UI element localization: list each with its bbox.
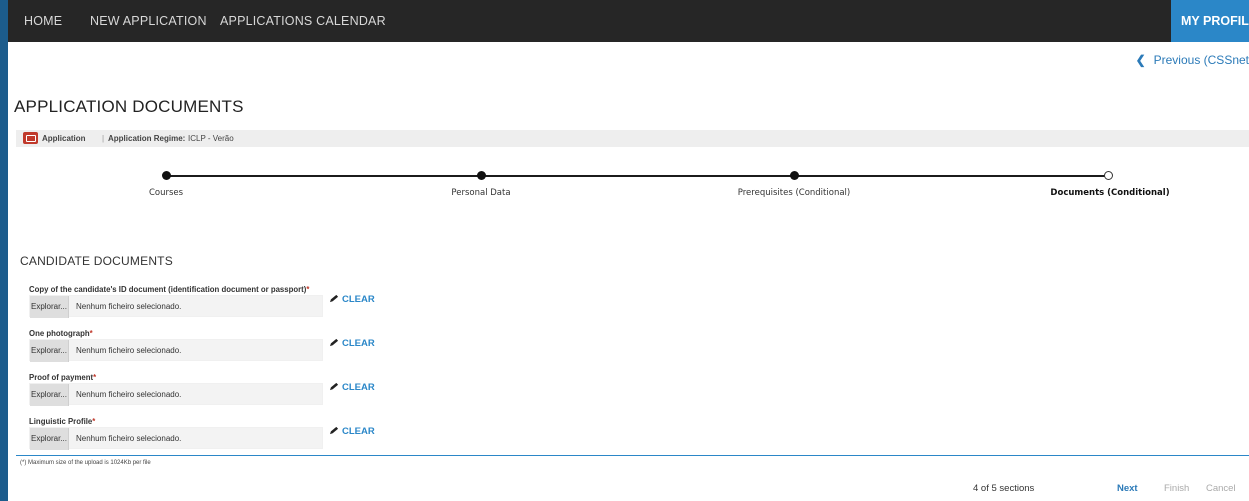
previous-link-label: Previous (CSSnet (1153, 53, 1249, 67)
step-marker-prerequisites (790, 171, 799, 180)
required-mark: * (93, 373, 97, 382)
section-title: CANDIDATE DOCUMENTS (20, 254, 173, 268)
sections-count: 4 of 5 sections (973, 483, 1035, 494)
required-mark: * (89, 329, 93, 338)
document-field-photograph: One photograph* Explorar... Nenhum fiche… (29, 328, 375, 362)
top-navigation-bar: HOME NEW APPLICATION APPLICATIONS CALEND… (8, 0, 1249, 42)
divider (16, 455, 1249, 456)
progress-steps: Courses Personal Data Prerequisites (Con… (0, 165, 1249, 205)
browse-button[interactable]: Explorar... (30, 384, 69, 406)
upload-size-footnote: (*) Maximum size of the upload is 1024Kb… (20, 460, 151, 466)
file-name-text: Nenhum ficheiro selecionado. (76, 390, 182, 399)
file-input[interactable]: Explorar... Nenhum ficheiro selecionado. (29, 339, 323, 362)
file-name-text: Nenhum ficheiro selecionado. (76, 434, 182, 443)
document-field-payment: Proof of payment* Explorar... Nenhum fic… (29, 372, 375, 406)
step-marker-documents (1104, 171, 1113, 180)
clear-button[interactable]: CLEAR (329, 426, 375, 437)
document-field-linguistic-profile: Linguistic Profile* Explorar... Nenhum f… (29, 416, 375, 450)
my-profile-button[interactable]: MY PROFILE (1171, 0, 1249, 42)
step-personal-data[interactable]: Personal Data (451, 188, 510, 198)
step-connector (481, 175, 794, 177)
pencil-icon (330, 294, 339, 303)
application-label: Application (42, 134, 86, 143)
pencil-icon (330, 426, 339, 435)
chevron-left-icon: ❮ (1135, 53, 1146, 67)
document-label: Linguistic Profile* (29, 417, 96, 426)
document-field-id: Copy of the candidate's ID document (ide… (29, 284, 375, 318)
file-name-text: Nenhum ficheiro selecionado. (76, 302, 182, 311)
page-title: APPLICATION DOCUMENTS (14, 97, 244, 116)
file-name-text: Nenhum ficheiro selecionado. (76, 346, 182, 355)
separator: | (102, 134, 105, 143)
previous-link[interactable]: ❮ Previous (CSSnet (1136, 53, 1249, 67)
pencil-icon (330, 382, 339, 391)
nav-home[interactable]: HOME (24, 0, 62, 42)
finish-button[interactable]: Finish (1164, 483, 1189, 494)
browse-button[interactable]: Explorar... (30, 296, 69, 318)
pencil-icon (330, 338, 339, 347)
browse-button[interactable]: Explorar... (30, 340, 69, 362)
nav-applications-calendar[interactable]: APPLICATIONS CALENDAR (220, 0, 386, 42)
nav-new-application[interactable]: NEW APPLICATION (90, 0, 207, 42)
step-marker-personal-data (477, 171, 486, 180)
document-label: Copy of the candidate's ID document (ide… (29, 285, 310, 294)
step-courses[interactable]: Courses (149, 188, 183, 198)
required-mark: * (306, 285, 310, 294)
step-connector (794, 175, 1108, 177)
file-input[interactable]: Explorar... Nenhum ficheiro selecionado. (29, 383, 323, 406)
cancel-button[interactable]: Cancel (1206, 483, 1236, 494)
file-input[interactable]: Explorar... Nenhum ficheiro selecionado. (29, 427, 323, 450)
step-connector (166, 175, 481, 177)
browse-button[interactable]: Explorar... (30, 428, 69, 450)
clear-button[interactable]: CLEAR (329, 382, 375, 393)
step-documents: Documents (Conditional) (1050, 188, 1170, 198)
clear-button[interactable]: CLEAR (329, 294, 375, 305)
file-input[interactable]: Explorar... Nenhum ficheiro selecionado. (29, 295, 323, 318)
application-regime-label: Application Regime: (108, 134, 186, 143)
document-label: Proof of payment* (29, 373, 97, 382)
application-icon (23, 132, 38, 144)
application-info-bar: Application | Application Regime: ICLP -… (16, 130, 1249, 147)
next-button[interactable]: Next (1117, 483, 1138, 494)
application-regime-value: ICLP - Verão (188, 134, 234, 143)
step-marker-courses (162, 171, 171, 180)
step-prerequisites[interactable]: Prerequisites (Conditional) (738, 188, 850, 198)
clear-button[interactable]: CLEAR (329, 338, 375, 349)
document-label: One photograph* (29, 329, 93, 338)
required-mark: * (92, 417, 96, 426)
